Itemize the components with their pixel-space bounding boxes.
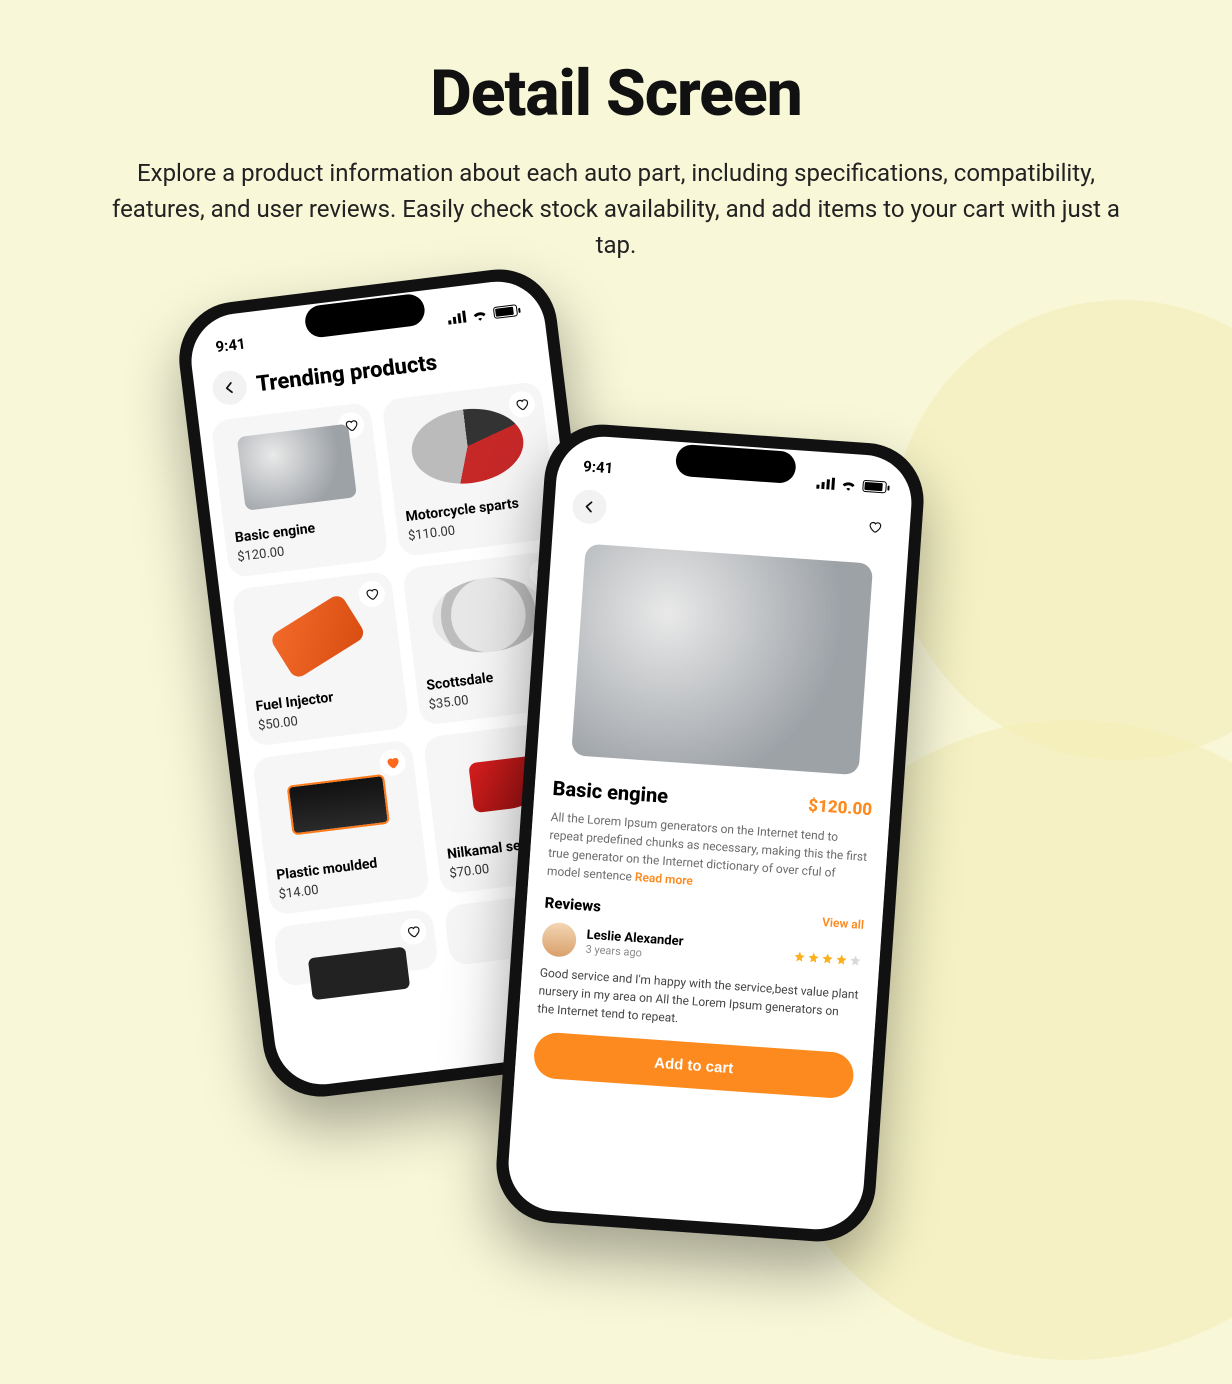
page-subtitle: Explore a product information about each…: [90, 155, 1142, 263]
product-card[interactable]: Plastic moulded $14.00: [252, 739, 430, 915]
reviewer-avatar: [541, 922, 577, 958]
star-icon: [835, 953, 848, 966]
star-icon: [821, 952, 834, 965]
favorite-button[interactable]: [857, 509, 893, 545]
product-card[interactable]: [273, 908, 439, 987]
review-text: Good service and I'm happy with the serv…: [537, 963, 860, 1039]
status-time: 9:41: [583, 457, 614, 477]
product-image: [263, 750, 413, 858]
battery-icon: [862, 480, 887, 494]
phone-detail: 9:41: [493, 421, 928, 1246]
product-image: [284, 919, 434, 1027]
star-icon: [849, 954, 862, 967]
back-button[interactable]: [211, 369, 249, 407]
product-card[interactable]: Fuel Injector $50.00: [231, 571, 409, 747]
status-time: 9:41: [215, 335, 247, 357]
star-icon: [793, 950, 806, 963]
product-card[interactable]: Motorcycle sparts $110.00: [381, 381, 559, 557]
product-image: [392, 392, 542, 500]
product-image: [242, 582, 392, 690]
signal-icon: [816, 477, 835, 490]
review-stars: [793, 950, 862, 967]
view-all-link[interactable]: View all: [822, 915, 865, 932]
read-more-link[interactable]: Read more: [634, 870, 693, 888]
product-card[interactable]: Basic engine $120.00: [211, 402, 389, 578]
add-to-cart-button[interactable]: Add to cart: [533, 1031, 855, 1099]
product-title: Basic engine: [552, 776, 669, 808]
signal-icon: [447, 311, 466, 325]
product-image: [550, 528, 894, 790]
wifi-icon: [840, 478, 857, 491]
product-price: $120.00: [808, 796, 873, 820]
reviews-heading: Reviews: [544, 894, 601, 916]
battery-icon: [493, 304, 518, 319]
product-image: [222, 413, 372, 521]
page-title: Detail Screen: [90, 56, 1142, 131]
review-item: Leslie Alexander 3 years ago Good servic…: [537, 922, 863, 1040]
star-icon: [807, 951, 820, 964]
wifi-icon: [471, 308, 488, 322]
product-description: All the Lorem Ipsum generators on the In…: [546, 808, 870, 902]
back-button[interactable]: [571, 489, 607, 525]
